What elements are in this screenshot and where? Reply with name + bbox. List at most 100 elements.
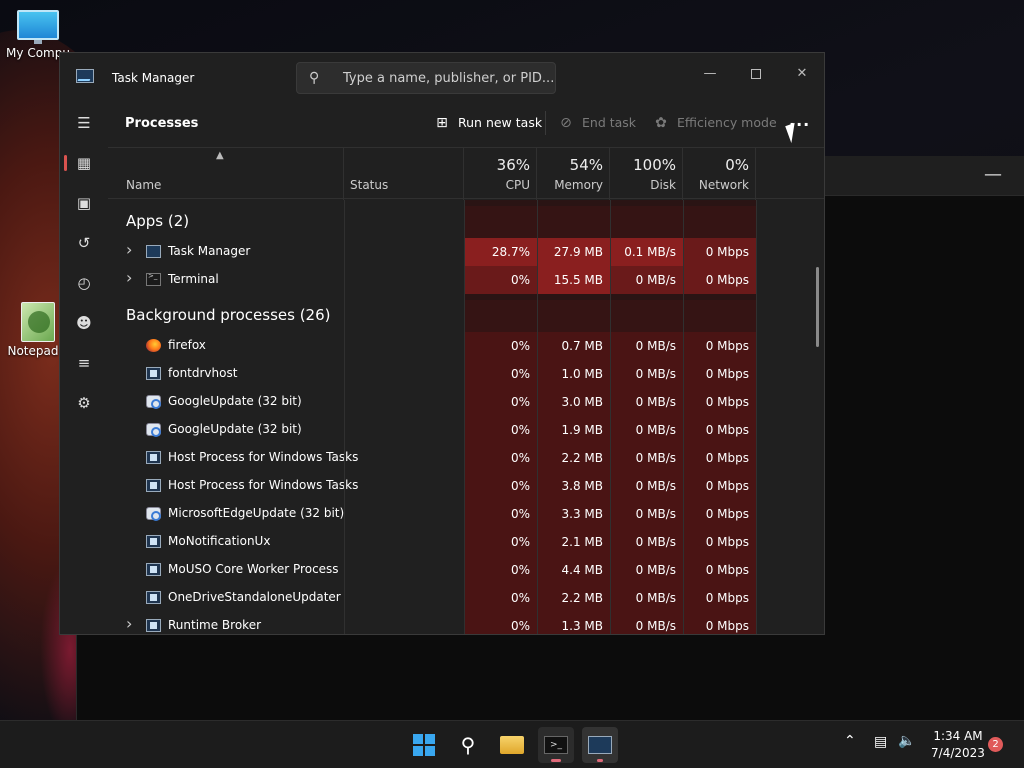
memory-cell: 4.4 MB — [537, 556, 610, 584]
cpu-cell: 28.7% — [464, 238, 537, 266]
volume-icon[interactable]: 🔈 — [898, 733, 915, 749]
maximize-button[interactable] — [733, 59, 779, 89]
nav-services-icon[interactable]: ⚙ — [64, 385, 104, 421]
cpu-cell: 0% — [464, 556, 537, 584]
start-button[interactable] — [406, 727, 442, 763]
column-header-disk[interactable]: 100% Disk — [610, 148, 683, 200]
task-manager-taskbar-button[interactable] — [582, 727, 618, 763]
minimize-button[interactable]: — — [687, 59, 733, 89]
table-row[interactable]: Host Process for Windows Tasks 0% 3.8 MB 0 … — [108, 472, 756, 500]
run-new-task-label: Run new task — [458, 115, 543, 130]
column-header-name[interactable]: ▲ Name — [108, 148, 344, 200]
cpu-cell: 0% — [464, 500, 537, 528]
network-cell: 0 Mbps — [683, 360, 756, 388]
memory-cell: 0.7 MB — [537, 332, 610, 360]
show-hidden-icons-chevron-up-icon[interactable]: ⌃ — [844, 733, 856, 749]
column-status-label: Status — [350, 178, 389, 192]
table-row[interactable]: fontdrvhost 0% 1.0 MB 0 MB/s 0 Mbps — [108, 360, 756, 388]
column-divider — [610, 200, 611, 634]
search-input[interactable]: ⚲ Type a name, publisher, or PID... — [296, 62, 556, 94]
process-name: GoogleUpdate (32 bit) — [168, 422, 302, 436]
network-icon[interactable]: ▤ — [874, 734, 887, 750]
task-manager-window[interactable]: Task Manager ⚲ Type a name, publisher, o… — [59, 52, 825, 635]
nav-users-icon[interactable]: ☻ — [64, 305, 104, 341]
table-row[interactable]: OneDriveStandaloneUpdater 0% 2.2 MB 0 MB/s 0… — [108, 584, 756, 612]
column-header-status[interactable]: Status — [344, 148, 464, 200]
background-window-minimize-icon[interactable]: — — [984, 164, 1002, 185]
nav-details-icon[interactable]: ≡ — [64, 345, 104, 381]
windows-logo-icon — [413, 734, 435, 756]
column-header-cpu[interactable]: 36% CPU — [464, 148, 537, 200]
network-cell: 0 Mbps — [683, 238, 756, 266]
page-title: Processes — [125, 116, 199, 131]
nav-startup-apps-icon[interactable]: ◴ — [64, 265, 104, 301]
chevron-right-icon[interactable]: › — [126, 268, 132, 287]
table-row[interactable]: › Task Manager 28.7% 27.9 MB 0.1 MB/s 0 Mbps — [108, 238, 756, 266]
file-explorer-button[interactable] — [494, 727, 530, 763]
table-row[interactable]: › Runtime Broker 0% 1.3 MB 0 MB/s 0 Mbps — [108, 612, 756, 634]
end-task-button[interactable]: ⊘ End task — [558, 115, 636, 131]
run-task-icon: ⊞ — [436, 115, 448, 131]
nav-app-history-icon[interactable]: ↺ — [64, 225, 104, 261]
window-app-icon — [146, 563, 161, 576]
run-new-task-button[interactable]: ⊞ Run new task — [434, 115, 542, 131]
clock-time[interactable]: 1:34 AM — [930, 729, 986, 743]
notification-badge[interactable]: 2 — [988, 737, 1003, 752]
vertical-scrollbar[interactable] — [816, 267, 819, 347]
chevron-right-icon[interactable]: › — [126, 614, 132, 633]
column-header-memory[interactable]: 54% Memory — [537, 148, 610, 200]
efficiency-mode-button[interactable]: ✿ Efficiency mode — [653, 115, 777, 131]
disk-total: 100% — [633, 156, 676, 174]
process-name: GoogleUpdate (32 bit) — [168, 394, 302, 408]
window-app-icon — [146, 619, 161, 632]
table-row[interactable]: MoUSO Core Worker Process 0% 4.4 MB 0 MB/s 0… — [108, 556, 756, 584]
column-divider — [464, 200, 465, 634]
cpu-total: 36% — [496, 156, 530, 174]
disk-cell: 0 MB/s — [610, 444, 683, 472]
table-row[interactable]: Host Process for Windows Tasks 0% 2.2 MB 0 … — [108, 444, 756, 472]
terminal-taskbar-button[interactable]: >_ — [538, 727, 574, 763]
computer-icon — [17, 10, 59, 44]
clock-date[interactable]: 7/4/2023 — [928, 746, 988, 760]
table-row[interactable]: firefox 0% 0.7 MB 0 MB/s 0 Mbps — [108, 332, 756, 360]
end-task-label: End task — [582, 115, 637, 130]
network-cell: 0 Mbps — [683, 528, 756, 556]
table-row[interactable]: GoogleUpdate (32 bit) 0% 1.9 MB 0 MB/s 0 Mbp… — [108, 416, 756, 444]
close-button[interactable]: ✕ — [779, 59, 824, 89]
column-divider — [683, 200, 684, 634]
table-row[interactable]: GoogleUpdate (32 bit) 0% 3.0 MB 0 MB/s 0 Mbp… — [108, 388, 756, 416]
nav-processes-icon[interactable]: ▦ — [64, 145, 104, 181]
memory-cell: 15.5 MB — [537, 266, 610, 294]
nav-performance-icon[interactable]: ▣ — [64, 185, 104, 221]
cpu-cell: 0% — [464, 266, 537, 294]
network-label: Network — [698, 178, 749, 192]
toolbar-divider — [545, 111, 546, 135]
memory-cell: 3.3 MB — [537, 500, 610, 528]
disk-label: Disk — [650, 178, 676, 192]
table-row[interactable]: MoNotificationUx 0% 2.1 MB 0 MB/s 0 Mbps — [108, 528, 756, 556]
update-icon — [146, 507, 161, 521]
folder-icon — [500, 736, 524, 754]
taskbar: ⚲ >_ ⌃ ▤ 🔈 1:34 AM 7/4/2023 2 — [0, 720, 1024, 768]
memory-cell: 2.2 MB — [537, 444, 610, 472]
group-header[interactable]: Apps (2) — [126, 212, 189, 230]
chevron-right-icon[interactable]: › — [126, 240, 132, 259]
cpu-cell: 0% — [464, 416, 537, 444]
table-row[interactable]: MicrosoftEdgeUpdate (32 bit) 0% 3.3 MB 0 MB… — [108, 500, 756, 528]
group-header[interactable]: Background processes (26) — [126, 306, 331, 324]
table-row[interactable]: › Terminal 0%15.5 MB0 MB/s0 Mbps — [108, 266, 756, 294]
process-name: Terminal — [168, 272, 219, 286]
end-task-icon: ⊘ — [560, 115, 572, 131]
cpu-cell: 0% — [464, 444, 537, 472]
disk-cell: 0 MB/s — [610, 556, 683, 584]
cpu-cell: 0% — [464, 528, 537, 556]
disk-cell: 0 MB/s — [610, 266, 683, 294]
toolbar: Processes ⊞ Run new task ⊘ End task ✿ Effic… — [108, 101, 824, 147]
title-bar[interactable]: Task Manager ⚲ Type a name, publisher, o… — [60, 53, 824, 101]
memory-cell: 2.2 MB — [537, 584, 610, 612]
table-body[interactable]: Apps (2) › Task Manager 28.7% 27.9 MB 0.1 MB/… — [108, 200, 824, 634]
taskbar-search-button[interactable]: ⚲ — [450, 727, 486, 763]
hamburger-menu-icon[interactable]: ☰ — [64, 105, 104, 141]
column-header-network[interactable]: 0% Network — [683, 148, 756, 200]
process-name: Task Manager — [168, 244, 251, 258]
